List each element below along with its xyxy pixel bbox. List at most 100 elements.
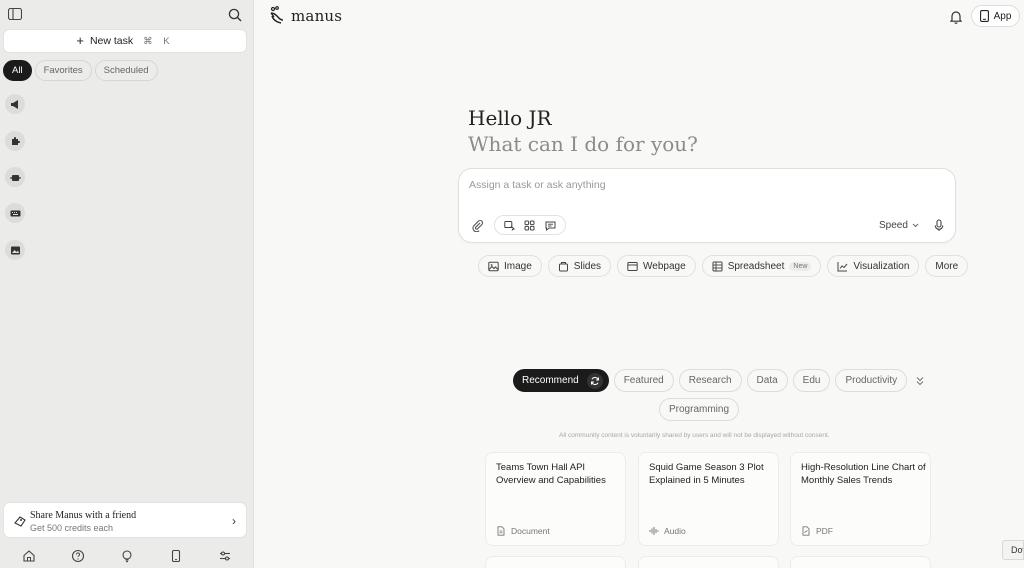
sidebar-bottom-bar [0, 544, 254, 568]
webpage-icon [627, 261, 638, 271]
community-card[interactable]: Squid Game Season 3 Plot Explained in 5 … [638, 452, 779, 546]
manus-logo-icon [270, 6, 284, 24]
browser-agent-icon[interactable] [504, 220, 515, 231]
community-card[interactable]: Teams Town Hall API Overview and Capabil… [485, 452, 626, 546]
settings-sliders-icon[interactable] [218, 549, 232, 563]
mobile-icon[interactable] [169, 549, 183, 563]
quick-action-label: Slides [573, 260, 602, 272]
double-chevron-down-icon[interactable] [914, 375, 926, 387]
quick-action-image[interactable]: Image [478, 255, 542, 277]
card-type-label: PDF [816, 526, 833, 536]
share-card[interactable]: Share Manus with a friend Get 500 credit… [3, 502, 247, 538]
card-type: Document [496, 526, 550, 536]
category-recommend[interactable]: Recommend [513, 369, 609, 392]
community-card-partial[interactable] [790, 556, 931, 568]
card-title: Squid Game Season 3 Plot Explained in 5 … [649, 462, 764, 486]
card-title: Teams Town Hall API Overview and Capabil… [496, 462, 606, 486]
apps-icon[interactable] [524, 220, 535, 231]
image-icon [10, 246, 20, 254]
quick-actions: Image Slides Webpage Spreadsheet New Vis… [478, 255, 969, 277]
bell-icon[interactable] [948, 9, 964, 25]
category-featured[interactable]: Featured [613, 369, 674, 392]
share-subtitle: Get 500 credits each [30, 523, 114, 533]
new-task-label: New task [89, 35, 134, 47]
quick-action-webpage[interactable]: Webpage [617, 255, 696, 277]
category-productivity[interactable]: Productivity [835, 369, 908, 392]
image-icon [488, 261, 499, 271]
quick-action-label: Webpage [643, 260, 686, 272]
category-tabs: Recommend Featured Research Data Edu Pro… [513, 369, 908, 392]
quick-action-spreadsheet[interactable]: Spreadsheet New [701, 255, 822, 277]
chevron-right-icon: › [232, 514, 236, 528]
mobile-icon [979, 10, 989, 22]
slides-icon [558, 261, 568, 271]
category-data[interactable]: Data [746, 369, 788, 392]
quick-action-label: Image [504, 260, 532, 272]
card-title: High-Resolution Line Chart of Monthly Sa… [801, 462, 926, 486]
new-task-button[interactable]: + New task ⌘ K [3, 29, 247, 53]
category-label: Recommend [522, 375, 579, 386]
refresh-icon[interactable] [586, 372, 603, 389]
app-button-label: App [993, 10, 1012, 22]
greeting-title: Hello JR [468, 106, 552, 130]
sidebar-toggle-icon[interactable] [8, 8, 22, 20]
quick-action-slides[interactable]: Slides [547, 255, 612, 277]
task-item[interactable] [5, 94, 25, 114]
community-card[interactable]: High-Resolution Line Chart of Monthly Sa… [790, 452, 931, 546]
disclaimer-text: All community content is voluntarily sha… [559, 432, 830, 439]
task-item[interactable] [5, 131, 25, 151]
logo-text: manus [291, 7, 343, 25]
mode-label: Speed [879, 220, 908, 231]
home-icon[interactable] [22, 549, 36, 563]
filter-scheduled[interactable]: Scheduled [94, 60, 158, 81]
search-icon[interactable] [228, 8, 242, 22]
filter-all[interactable]: All [3, 60, 32, 81]
community-card-partial[interactable] [485, 556, 626, 568]
card-type: Audio [649, 526, 686, 536]
chevron-down-icon [912, 223, 919, 228]
chat-icon[interactable] [545, 220, 556, 231]
task-item[interactable] [5, 167, 25, 187]
mode-selector[interactable]: Speed [879, 220, 919, 231]
puzzle-icon [11, 136, 20, 145]
megaphone-icon [10, 99, 18, 109]
sidebar: + New task ⌘ K All Favorites Scheduled S… [0, 0, 254, 568]
gift-icon [14, 516, 26, 527]
pdf-icon [802, 526, 810, 536]
quick-action-label: Spreadsheet [727, 260, 785, 272]
keyboard-icon [10, 210, 20, 216]
composer-tool-group [494, 215, 566, 235]
task-composer: Speed [458, 168, 956, 243]
task-filters: All Favorites Scheduled [3, 60, 158, 81]
filter-favorites[interactable]: Favorites [34, 60, 92, 81]
paperclip-icon[interactable] [471, 219, 484, 232]
app-button[interactable]: App [971, 5, 1020, 27]
card-type: PDF [801, 526, 833, 536]
category-programming[interactable]: Programming [659, 398, 740, 421]
task-input[interactable] [469, 179, 939, 191]
card-type-label: Audio [664, 526, 686, 536]
microphone-icon[interactable] [933, 219, 945, 232]
help-icon[interactable] [71, 549, 85, 563]
category-edu[interactable]: Edu [792, 369, 831, 392]
task-item[interactable] [5, 203, 25, 223]
chart-icon [837, 261, 848, 271]
document-icon [497, 526, 505, 536]
quick-action-label: Visualization [853, 260, 910, 272]
plus-icon: + [76, 33, 84, 48]
task-item[interactable] [5, 240, 25, 260]
quick-action-label: More [935, 260, 959, 272]
community-card-partial[interactable] [638, 556, 779, 568]
download-button[interactable]: Dow [1002, 540, 1024, 560]
manus-logo[interactable]: manus [268, 6, 342, 26]
audio-icon [649, 527, 659, 535]
quick-action-more[interactable]: More [925, 255, 969, 277]
new-badge: New [789, 261, 812, 271]
quick-action-visualization[interactable]: Visualization [827, 255, 920, 277]
spreadsheet-icon [712, 261, 723, 271]
category-research[interactable]: Research [678, 369, 742, 392]
share-title: Share Manus with a friend [30, 510, 137, 521]
card-type-label: Document [511, 526, 550, 536]
robot-icon [10, 174, 20, 181]
lightbulb-icon[interactable] [120, 549, 134, 563]
